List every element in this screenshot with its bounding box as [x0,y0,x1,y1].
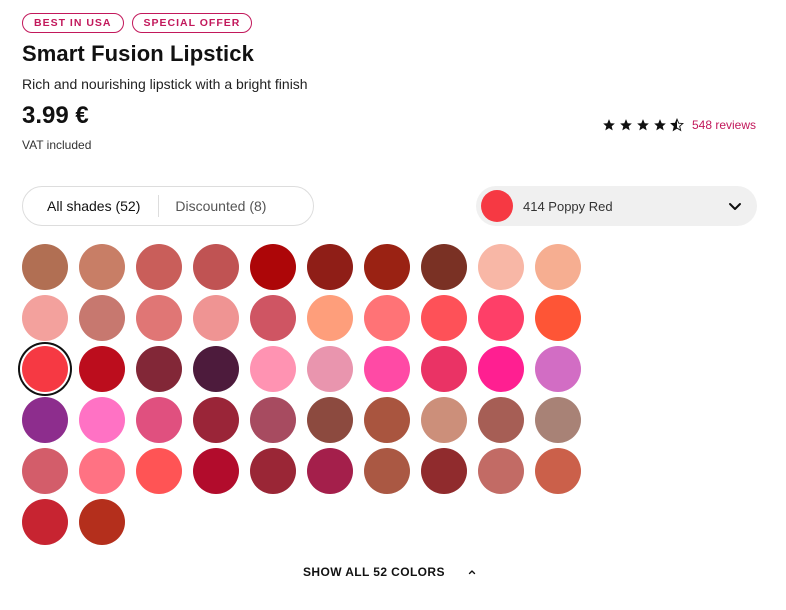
shade-swatch[interactable] [478,448,524,494]
show-all-label: SHOW ALL 52 COLORS [303,565,445,579]
shade-swatch[interactable] [421,397,467,443]
shade-swatch[interactable] [364,295,410,341]
reviews-link[interactable]: 548 reviews [692,118,756,132]
badges: BEST IN USA SPECIAL OFFER [22,13,253,33]
shade-swatch[interactable] [193,346,239,392]
shade-dropdown[interactable]: 414 Poppy Red [476,186,757,226]
tab-all-shades[interactable]: All shades (52) [23,187,158,225]
shade-swatch[interactable] [307,244,353,290]
shade-swatch[interactable] [421,244,467,290]
shade-filter-tabs: All shades (52) Discounted (8) [22,186,314,226]
shade-swatch[interactable] [79,499,125,545]
half-star-icon [669,118,684,132]
shade-swatch[interactable] [22,244,68,290]
shade-swatch[interactable] [535,397,581,443]
shade-swatch[interactable] [535,448,581,494]
star-icon [619,118,633,132]
product-price: 3.99 € [22,102,89,129]
shade-swatch[interactable] [79,244,125,290]
product-subtitle: Rich and nourishing lipstick with a brig… [22,76,308,92]
shade-swatch[interactable] [250,397,296,443]
shade-swatch[interactable] [421,346,467,392]
star-icon [653,118,667,132]
shade-swatch[interactable] [535,295,581,341]
shade-swatch[interactable] [193,244,239,290]
shade-swatch[interactable] [421,295,467,341]
star-rating [602,118,684,132]
selected-shade-label: 414 Poppy Red [523,198,613,214]
shade-swatch[interactable] [250,346,296,392]
shade-swatch[interactable] [136,397,182,443]
rating: 548 reviews [602,118,756,132]
product-title: Smart Fusion Lipstick [22,41,254,66]
shade-swatch[interactable] [478,346,524,392]
shade-swatch[interactable] [478,244,524,290]
shade-swatch[interactable] [535,346,581,392]
shade-swatch[interactable] [535,244,581,290]
shade-swatch[interactable] [421,448,467,494]
shade-swatch[interactable] [193,295,239,341]
shade-swatch[interactable] [136,295,182,341]
shade-swatch[interactable] [307,346,353,392]
shade-swatch[interactable] [250,244,296,290]
shade-swatch[interactable] [22,448,68,494]
shade-swatch[interactable] [79,397,125,443]
shade-swatch-selected[interactable] [22,346,68,392]
shade-swatch[interactable] [79,448,125,494]
shade-swatch[interactable] [193,448,239,494]
shade-swatch[interactable] [193,397,239,443]
chevron-up-icon [468,570,476,575]
shade-swatch[interactable] [22,295,68,341]
selected-shade-swatch [481,190,513,222]
shade-swatch[interactable] [22,499,68,545]
shade-swatch[interactable] [307,397,353,443]
shade-swatch[interactable] [478,295,524,341]
shade-swatch[interactable] [364,397,410,443]
shade-swatch[interactable] [250,448,296,494]
shade-swatch[interactable] [307,295,353,341]
badge-special-offer: SPECIAL OFFER [131,13,253,33]
shade-swatch[interactable] [364,244,410,290]
chevron-down-icon [729,203,741,210]
shade-swatch[interactable] [136,448,182,494]
shade-swatch[interactable] [250,295,296,341]
vat-note: VAT included [22,138,92,152]
shade-swatch[interactable] [364,448,410,494]
shade-swatch[interactable] [22,397,68,443]
show-all-colors-button[interactable]: SHOW ALL 52 COLORS [303,565,477,579]
shade-swatch[interactable] [364,346,410,392]
shade-swatch[interactable] [307,448,353,494]
shade-swatch[interactable] [478,397,524,443]
star-icon [636,118,650,132]
shade-swatch[interactable] [136,346,182,392]
tab-discounted[interactable]: Discounted (8) [159,187,266,225]
badge-best-in-usa: BEST IN USA [22,13,124,33]
shade-swatch[interactable] [136,244,182,290]
shade-swatch[interactable] [79,295,125,341]
star-icon [602,118,616,132]
shade-swatch[interactable] [79,346,125,392]
